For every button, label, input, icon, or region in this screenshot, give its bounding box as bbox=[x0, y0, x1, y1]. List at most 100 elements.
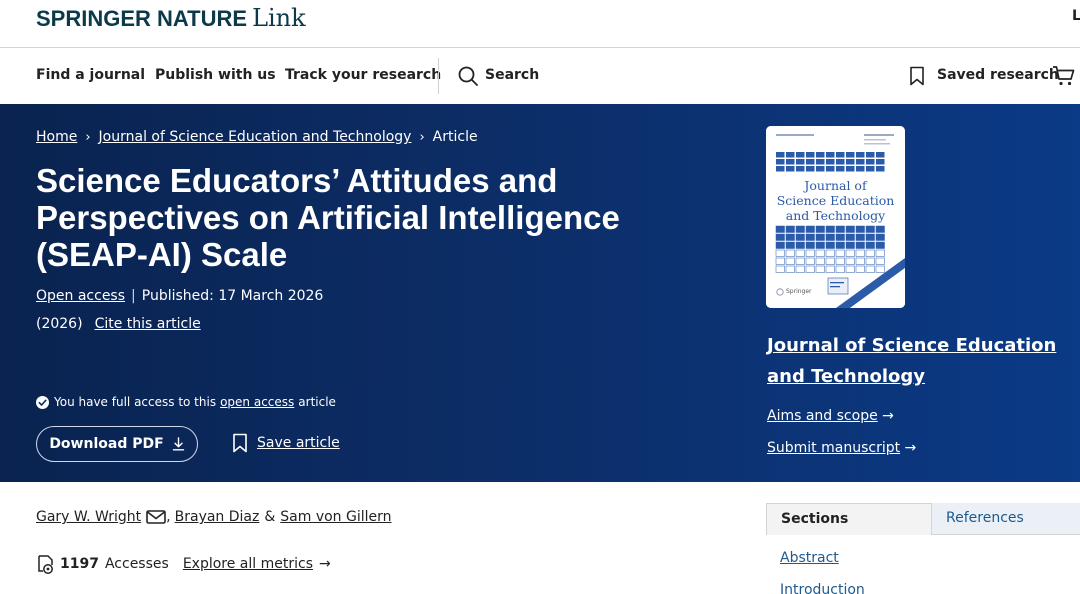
cover-grid-cell bbox=[845, 249, 855, 257]
tab-sections[interactable]: Sections bbox=[766, 503, 932, 535]
nav-find-journal[interactable]: Find a journal bbox=[36, 67, 145, 83]
cover-grid-cell bbox=[855, 257, 865, 265]
cover-grid-cell bbox=[795, 249, 805, 257]
cover-grid-cell bbox=[866, 159, 875, 165]
cover-grid-cell bbox=[796, 159, 805, 165]
submit-manuscript-label: Submit manuscript bbox=[767, 440, 901, 456]
accesses-icon bbox=[38, 555, 53, 574]
cover-grid-cell bbox=[795, 257, 805, 265]
save-article-label: Save article bbox=[257, 435, 340, 451]
logo-light-text: Link bbox=[252, 4, 306, 32]
cover-grid-cell bbox=[805, 241, 815, 249]
cover-grid-cell bbox=[855, 233, 865, 241]
cover-grid-cell bbox=[845, 265, 855, 273]
cover-grid-cell bbox=[796, 166, 805, 172]
cover-grid-cell bbox=[865, 265, 875, 273]
download-icon bbox=[172, 437, 184, 451]
cover-grid-cell bbox=[816, 159, 825, 165]
cover-grid-cell bbox=[865, 249, 875, 257]
article-title: Science Educators’ Attitudes and Perspec… bbox=[36, 162, 620, 273]
journal-name-link[interactable]: Journal of Science Education and Technol… bbox=[767, 330, 1057, 392]
access-note-suffix: article bbox=[298, 395, 336, 409]
access-note-prefix: You have full access to this bbox=[54, 395, 217, 409]
cover-grid-cell bbox=[775, 233, 785, 241]
cover-grid-cell bbox=[876, 152, 885, 158]
cover-grid-cell bbox=[776, 166, 785, 172]
cover-grid-cell bbox=[835, 265, 845, 273]
journal-cover-image[interactable]: Journal of Science Education and Technol… bbox=[766, 126, 905, 308]
save-article-button[interactable]: Save article bbox=[232, 433, 340, 453]
cover-grid-cell bbox=[875, 241, 885, 249]
arrow-right-icon: → bbox=[318, 556, 331, 572]
nav-publish[interactable]: Publish with us bbox=[155, 67, 276, 83]
cover-grid-cell bbox=[876, 166, 885, 172]
cover-grid-cell bbox=[775, 265, 785, 273]
nav-search[interactable]: Search bbox=[485, 67, 539, 83]
cover-grid-cell bbox=[846, 152, 855, 158]
cover-grid-cell bbox=[805, 257, 815, 265]
author-link[interactable]: Gary W. Wright bbox=[36, 509, 141, 525]
cover-grid-cell bbox=[816, 152, 825, 158]
springer-nature-link-logo[interactable]: SPRINGER NATURE Link bbox=[36, 4, 306, 32]
mail-icon[interactable] bbox=[146, 509, 166, 525]
explore-metrics-link[interactable]: Explore all metrics bbox=[183, 556, 313, 572]
bookmark-icon bbox=[233, 433, 247, 453]
cover-grid-cell bbox=[796, 152, 805, 158]
nav-track-research[interactable]: Track your research bbox=[285, 67, 441, 83]
cover-grid-cell bbox=[835, 233, 845, 241]
cover-grid-cell bbox=[855, 249, 865, 257]
cover-grid-cell bbox=[775, 241, 785, 249]
main-nav: Find a journal Publish with us Track you… bbox=[0, 48, 1080, 104]
cover-grid-cell bbox=[865, 225, 875, 233]
breadcrumb-journal[interactable]: Journal of Science Education and Technol… bbox=[99, 129, 412, 145]
download-pdf-button[interactable]: Download PDF bbox=[36, 426, 198, 462]
author-ampersand: & bbox=[264, 509, 276, 525]
search-icon[interactable] bbox=[458, 66, 478, 86]
cover-grid-cell bbox=[825, 225, 835, 233]
cover-grid-cell bbox=[785, 249, 795, 257]
cover-grid-cell bbox=[865, 257, 875, 265]
cover-grid-cell bbox=[775, 249, 785, 257]
cover-grid-cell bbox=[815, 265, 825, 273]
tab-references[interactable]: References bbox=[932, 503, 1080, 535]
breadcrumb-home[interactable]: Home bbox=[36, 129, 77, 145]
login-link-cutoff[interactable]: L bbox=[1072, 8, 1080, 24]
cover-grid-cell bbox=[795, 241, 805, 249]
breadcrumb: Home › Journal of Science Education and Te… bbox=[36, 129, 478, 145]
article-hero: Home › Journal of Science Education and Te… bbox=[0, 104, 1080, 482]
access-note-open-access-link[interactable]: open access bbox=[220, 395, 294, 409]
cover-grid-cell bbox=[786, 166, 795, 172]
cover-grid-cell bbox=[875, 225, 885, 233]
cover-grid-cell bbox=[846, 166, 855, 172]
cover-title-line1: Journal of bbox=[804, 178, 867, 193]
article-citation-line: (2026) Cite this article bbox=[36, 316, 201, 332]
cover-grid-cell bbox=[825, 265, 835, 273]
meta-divider: | bbox=[131, 288, 136, 304]
cover-grid-cell bbox=[815, 249, 825, 257]
author-link[interactable]: Brayan Diaz bbox=[175, 509, 260, 525]
cover-grid-cell bbox=[875, 265, 885, 273]
open-access-link[interactable]: Open access bbox=[36, 288, 125, 304]
submit-manuscript-link[interactable]: Submit manuscript → bbox=[767, 440, 916, 456]
bookmark-icon[interactable] bbox=[909, 66, 925, 86]
toc-item-introduction[interactable]: Introduction bbox=[780, 582, 865, 594]
cover-title-line3: and Technology bbox=[785, 208, 886, 223]
cover-grid-cell bbox=[825, 233, 835, 241]
cover-grid-cell bbox=[845, 241, 855, 249]
cover-grid-cell bbox=[845, 233, 855, 241]
toc-item-abstract[interactable]: Abstract bbox=[780, 550, 839, 566]
cover-title: Journal of Science Education and Technol… bbox=[766, 178, 905, 223]
cover-grid-cell bbox=[826, 152, 835, 158]
nav-saved-research[interactable]: Saved research bbox=[937, 67, 1059, 83]
cover-grid-cell bbox=[865, 241, 875, 249]
cite-article-link[interactable]: Cite this article bbox=[95, 316, 201, 332]
cover-grid-cell bbox=[845, 225, 855, 233]
cover-grid-cell bbox=[775, 257, 785, 265]
aims-scope-link[interactable]: Aims and scope → bbox=[767, 408, 894, 424]
author-separator: , bbox=[166, 509, 171, 525]
cover-grid-cell bbox=[856, 152, 865, 158]
cover-grid-cell bbox=[785, 225, 795, 233]
cart-icon[interactable] bbox=[1052, 65, 1076, 87]
author-link[interactable]: Sam von Gillern bbox=[280, 509, 391, 525]
cover-grid-cell bbox=[876, 159, 885, 165]
